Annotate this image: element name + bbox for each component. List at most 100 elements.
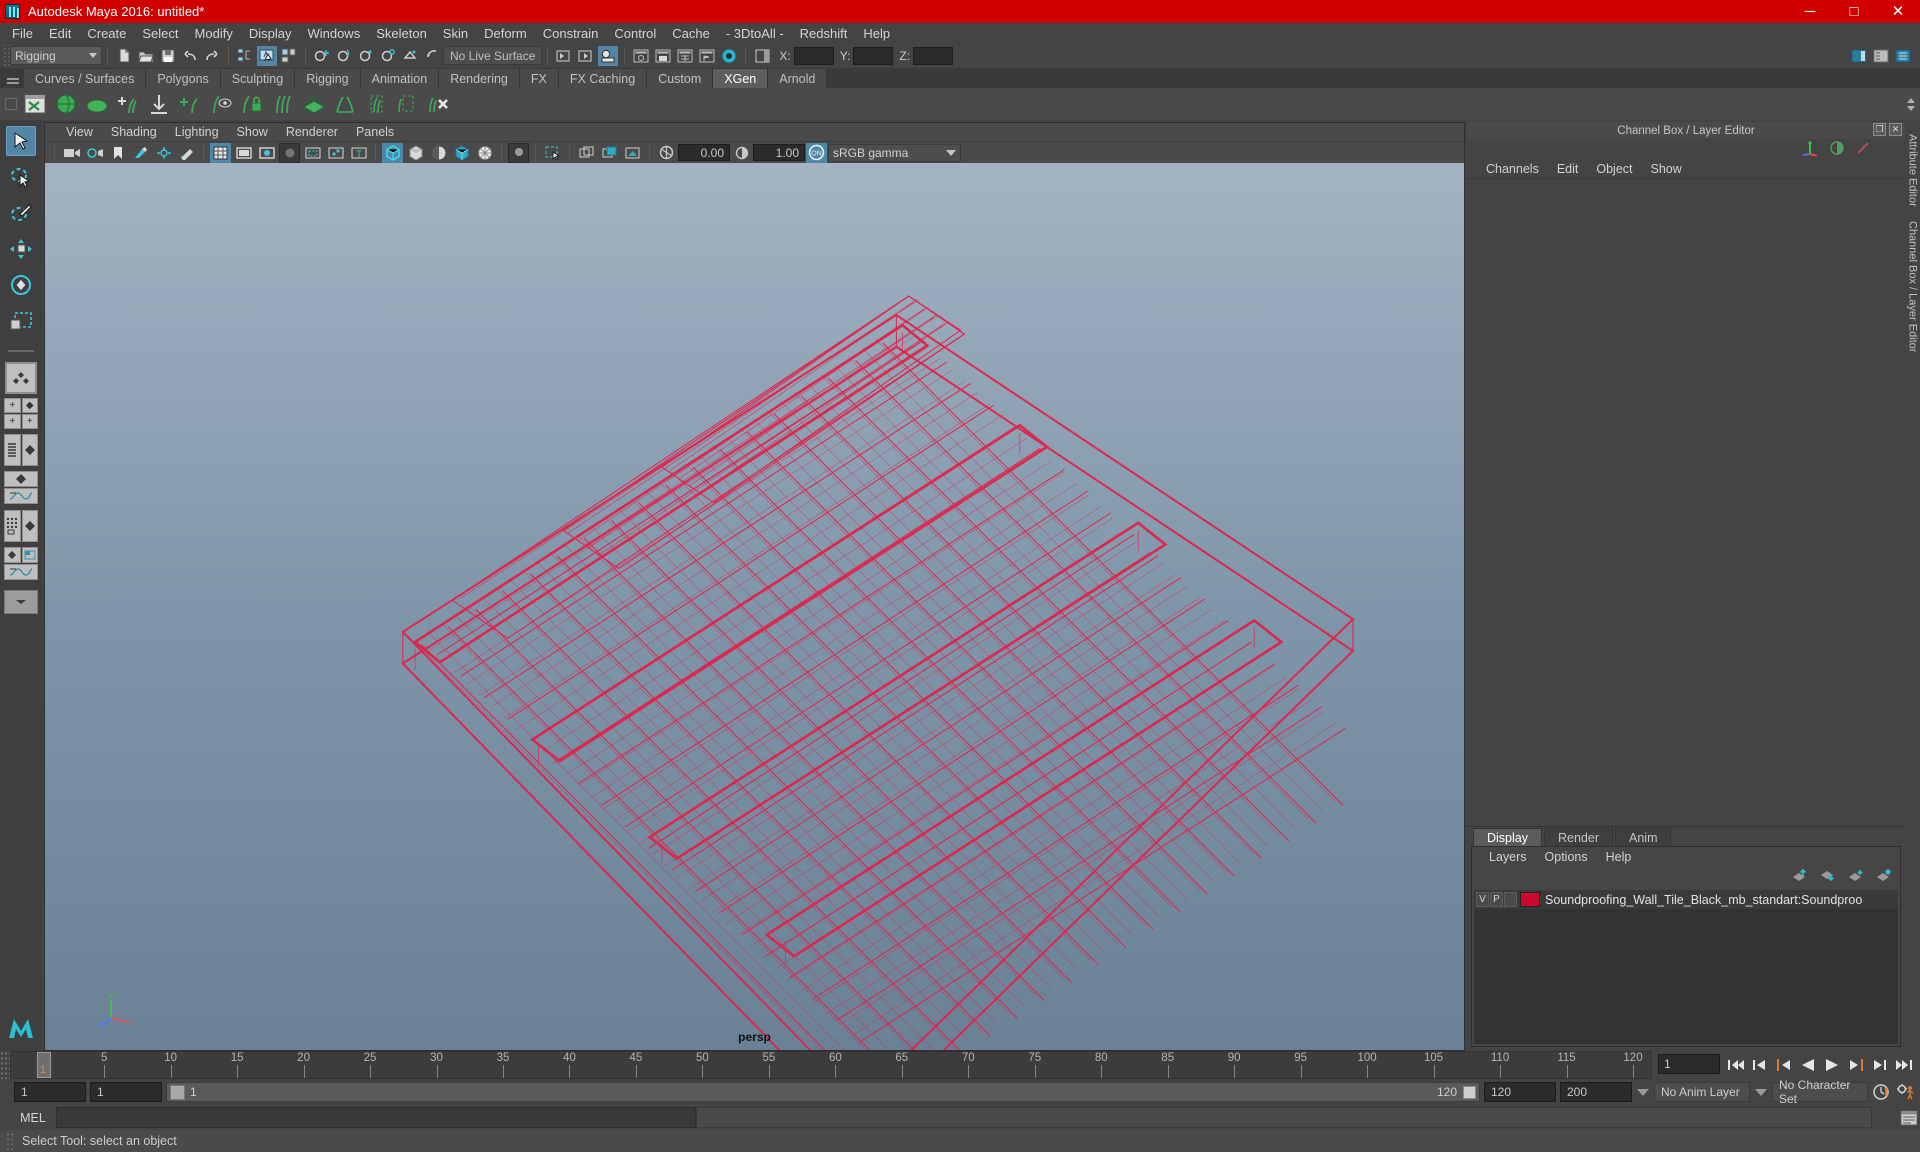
make-live-icon[interactable] bbox=[422, 46, 442, 66]
new-scene-icon[interactable] bbox=[114, 46, 134, 66]
xgen-eye-guide-icon[interactable] bbox=[206, 89, 236, 119]
coord-y-input[interactable] bbox=[853, 46, 894, 65]
minimize-button[interactable]: ─ bbox=[1788, 0, 1832, 23]
gamma-input[interactable]: 1.00 bbox=[753, 144, 805, 161]
menu-skeleton[interactable]: Skeleton bbox=[368, 24, 435, 43]
color-management-toggle-icon[interactable]: ON bbox=[806, 142, 827, 163]
menu-deform[interactable]: Deform bbox=[476, 24, 535, 43]
move-layer-up-icon[interactable] bbox=[1792, 868, 1808, 885]
smooth-shade-all-icon[interactable] bbox=[405, 143, 426, 163]
layout-persp-outliner-graph-button[interactable] bbox=[4, 547, 38, 581]
menu-create[interactable]: Create bbox=[79, 24, 134, 43]
script-editor-icon[interactable] bbox=[1898, 1107, 1920, 1129]
snap-to-projected-center-icon[interactable] bbox=[378, 46, 398, 66]
gamma-icon[interactable] bbox=[731, 143, 752, 163]
lasso-select-tool-button[interactable] bbox=[6, 162, 36, 192]
layer-tab-anim[interactable]: Anim bbox=[1615, 828, 1672, 846]
render-region-icon[interactable] bbox=[653, 46, 673, 66]
layout-half[interactable] bbox=[4, 510, 21, 542]
shelf-tab-animation[interactable]: Animation bbox=[360, 69, 440, 88]
grid-toggle-icon[interactable] bbox=[210, 142, 231, 163]
character-set-selector[interactable]: No Character Set bbox=[1772, 1078, 1868, 1106]
viewport-menu-panels[interactable]: Panels bbox=[347, 125, 403, 139]
time-slider-grip[interactable] bbox=[0, 1051, 10, 1079]
playback-start-input[interactable]: 1 bbox=[90, 1082, 162, 1102]
move-tool-button[interactable] bbox=[6, 234, 36, 264]
shelf-scroll-controls[interactable] bbox=[1904, 88, 1918, 120]
open-scene-icon[interactable] bbox=[136, 46, 156, 66]
shelf-tab-rendering[interactable]: Rendering bbox=[439, 69, 520, 88]
gate-mask-icon[interactable] bbox=[279, 142, 300, 163]
layout-outliner-persp-button[interactable] bbox=[4, 434, 38, 466]
range-slider-bar[interactable]: 1 120 bbox=[166, 1082, 1480, 1102]
close-button[interactable]: ✕ bbox=[1876, 0, 1920, 23]
menu-set-selector[interactable]: Rigging bbox=[10, 46, 102, 65]
redo-icon[interactable] bbox=[202, 46, 222, 66]
rotate-tool-button[interactable] bbox=[6, 270, 36, 300]
layer-tab-display[interactable]: Display bbox=[1473, 828, 1542, 846]
dock-tab-channel-box[interactable]: Channel Box / Layer Editor bbox=[1907, 215, 1919, 358]
new-layer-icon[interactable] bbox=[1848, 869, 1864, 885]
shelf-tab-curves-surfaces[interactable]: Curves / Surfaces bbox=[24, 69, 147, 88]
play-forwards-button[interactable] bbox=[1822, 1055, 1842, 1075]
xray-display-icon[interactable] bbox=[576, 143, 597, 163]
xray-active-icon[interactable] bbox=[599, 143, 620, 163]
menu-display[interactable]: Display bbox=[241, 24, 300, 43]
layer-playback-toggle[interactable]: P bbox=[1490, 892, 1503, 907]
layer-shading-toggle[interactable] bbox=[1504, 892, 1517, 907]
layer-list[interactable]: V P Soundproofing_Wall_Tile_Black_mb_sta… bbox=[1474, 890, 1898, 1044]
layout-half[interactable] bbox=[4, 434, 21, 466]
select-tool-button[interactable] bbox=[6, 126, 36, 156]
step-forward-key-button[interactable] bbox=[1870, 1055, 1890, 1075]
command-input[interactable] bbox=[56, 1107, 696, 1128]
menu-modify[interactable]: Modify bbox=[187, 24, 241, 43]
xgen-delete-icon[interactable] bbox=[423, 89, 453, 119]
snap-to-point-icon[interactable] bbox=[356, 46, 376, 66]
layout-row[interactable] bbox=[4, 547, 38, 563]
layout-cell[interactable]: ◆ bbox=[21, 398, 38, 413]
input-output-icon[interactable] bbox=[1855, 140, 1871, 159]
select-by-component-icon[interactable] bbox=[279, 46, 299, 66]
new-layer-from-selected-icon[interactable] bbox=[1876, 869, 1892, 885]
texture-toggle-icon[interactable]: T bbox=[348, 143, 369, 163]
show-attribute-editor-icon[interactable] bbox=[1849, 46, 1869, 66]
menu-constrain[interactable]: Constrain bbox=[535, 24, 607, 43]
layout-more-button[interactable] bbox=[4, 590, 38, 614]
layer-tab-render[interactable]: Render bbox=[1544, 828, 1613, 846]
grease-pencil-icon[interactable] bbox=[176, 143, 197, 163]
transform-axes-icon[interactable] bbox=[1801, 140, 1819, 159]
xgen-dome-icon[interactable] bbox=[82, 89, 112, 119]
layout-persp-graph-button[interactable] bbox=[4, 471, 38, 505]
menu-windows[interactable]: Windows bbox=[299, 24, 368, 43]
coord-z-input[interactable] bbox=[913, 46, 954, 65]
channel-menu-channels[interactable]: Channels bbox=[1477, 162, 1548, 176]
step-forward-frame-button[interactable] bbox=[1846, 1055, 1866, 1075]
film-gate-icon[interactable] bbox=[233, 143, 254, 163]
show-render-view-icon[interactable] bbox=[554, 46, 574, 66]
coord-x-input[interactable] bbox=[793, 46, 834, 65]
resolution-gate-icon[interactable] bbox=[256, 143, 277, 163]
image-plane-icon[interactable] bbox=[130, 143, 151, 163]
menu-cache[interactable]: Cache bbox=[664, 24, 718, 43]
layout-half[interactable] bbox=[21, 547, 38, 563]
save-scene-icon[interactable] bbox=[158, 46, 178, 66]
shaded-lighting-icon[interactable] bbox=[428, 143, 449, 163]
menu-help[interactable]: Help bbox=[855, 24, 898, 43]
shelf-tab-arnold[interactable]: Arnold bbox=[768, 69, 828, 88]
select-by-object-icon[interactable] bbox=[257, 45, 277, 66]
viewport-menu-show[interactable]: Show bbox=[228, 125, 277, 139]
step-back-key-button[interactable] bbox=[1750, 1055, 1770, 1075]
layout-single-perspective-button[interactable] bbox=[5, 362, 37, 394]
layout-half[interactable] bbox=[4, 471, 38, 487]
anim-layer-selector[interactable]: No Anim Layer bbox=[1654, 1082, 1750, 1102]
snap-to-curve-icon[interactable] bbox=[334, 46, 354, 66]
anim-layer-dropdown-icon[interactable] bbox=[1636, 1082, 1650, 1102]
xgen-patch-icon[interactable] bbox=[299, 89, 329, 119]
go-to-start-button[interactable] bbox=[1726, 1055, 1746, 1075]
menu-file[interactable]: File bbox=[4, 24, 41, 43]
shelf-tab-rigging[interactable]: Rigging bbox=[295, 69, 361, 88]
ipr-render-icon[interactable] bbox=[631, 46, 651, 66]
menu-select[interactable]: Select bbox=[134, 24, 186, 43]
viewport-menu-view[interactable]: View bbox=[57, 125, 102, 139]
current-time-indicator[interactable]: 1 bbox=[37, 1052, 51, 1078]
